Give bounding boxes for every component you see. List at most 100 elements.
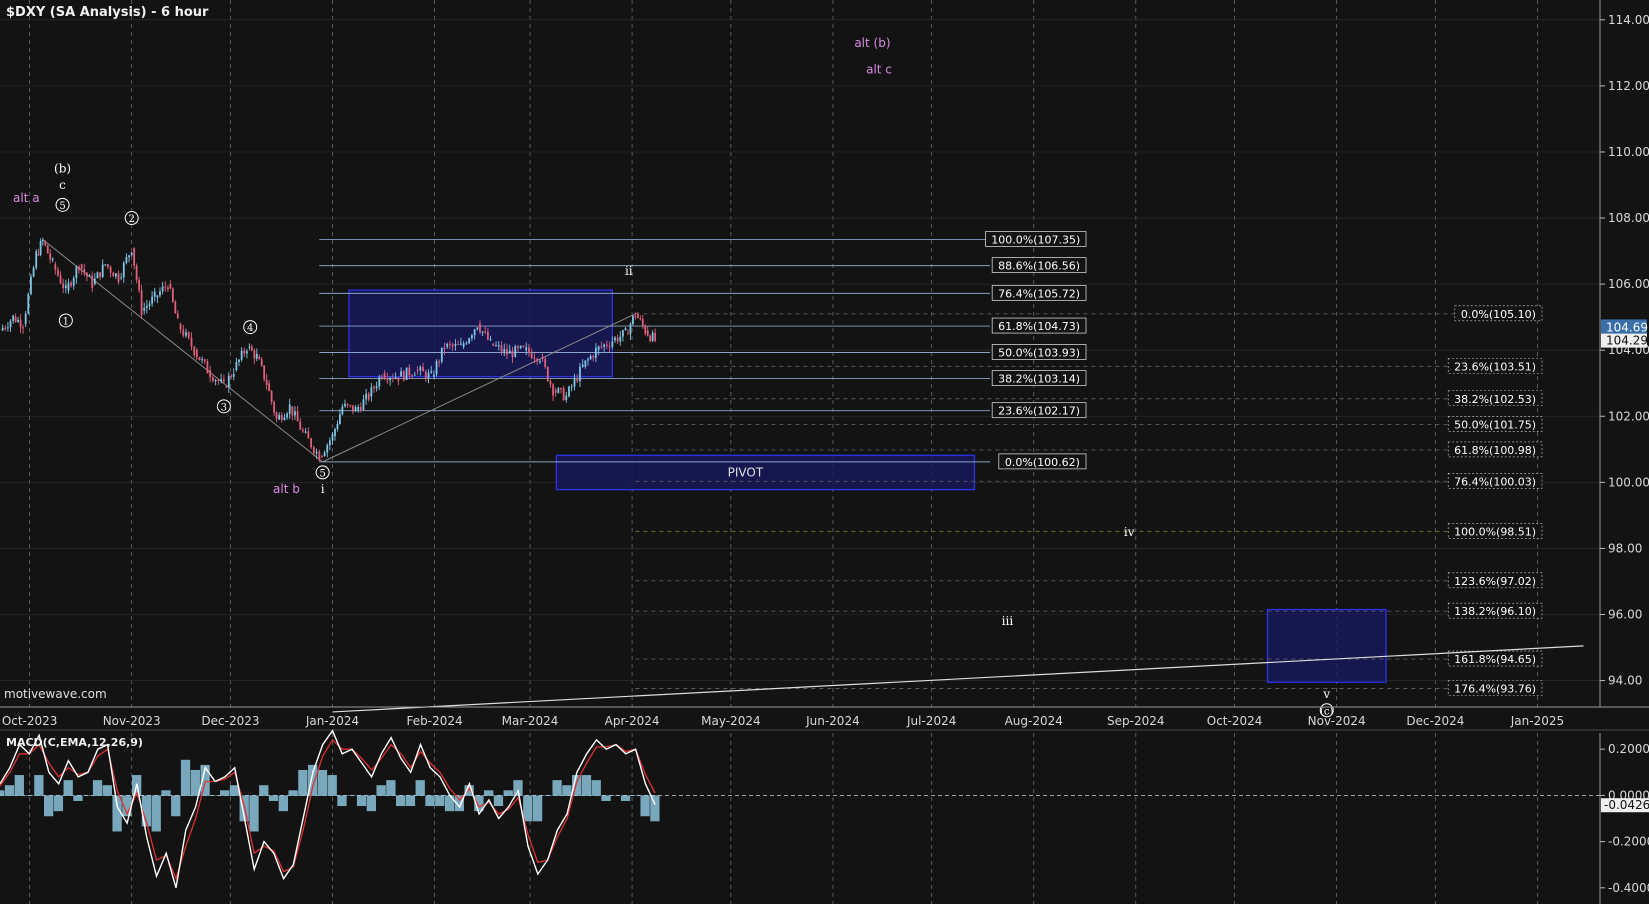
candle-body (125, 257, 128, 263)
candle-body (557, 388, 560, 393)
candle-body (101, 264, 104, 278)
candle-body (145, 305, 148, 308)
candle-body (135, 265, 138, 280)
candle-body (1, 327, 4, 331)
candle-body (373, 387, 375, 389)
candle-body (326, 445, 329, 453)
x-tick-label: Jul-2024 (906, 714, 956, 728)
macd-histogram-bar (591, 780, 601, 796)
candle-body (265, 379, 268, 386)
x-tick-label: Mar-2024 (502, 714, 559, 728)
close-price-tag: 104.29 (1606, 334, 1648, 348)
macd-histogram-bar (601, 795, 611, 801)
candle-body (195, 350, 198, 358)
macd-histogram-bar (640, 795, 650, 817)
candle-body (654, 332, 657, 341)
fib-right-label: 38.2%(102.53) (1454, 393, 1536, 406)
candle-body (565, 395, 568, 401)
candle-body (503, 348, 506, 352)
candle-body (37, 254, 40, 256)
candle-body (438, 361, 441, 363)
candle-body (214, 380, 217, 382)
macd-histogram-bar (620, 795, 631, 801)
macd-histogram-bar (83, 795, 93, 796)
candle-body (120, 277, 123, 279)
last-price-tag: 104.69 (1606, 320, 1648, 334)
candle-body (291, 406, 294, 416)
candle-body (380, 376, 383, 379)
candle-body (243, 350, 246, 354)
candle-body (568, 386, 570, 397)
candle-body (62, 283, 65, 289)
candle-body (112, 272, 115, 277)
candle-body (179, 323, 182, 330)
candle-body (533, 358, 536, 360)
y-tick-label: 108.00 (1608, 211, 1649, 225)
candle-body (528, 347, 530, 353)
y-tick-label: 106.00 (1608, 277, 1649, 291)
candle-body (41, 239, 44, 242)
macd-histogram-bar (171, 795, 181, 817)
x-tick-label: Jun-2024 (805, 714, 860, 728)
candle-body (449, 343, 451, 345)
y-tick-label: 98.00 (1608, 541, 1642, 555)
candle-body (511, 350, 514, 358)
candle-body (394, 377, 397, 379)
alt-wave-label: alt b (273, 482, 300, 496)
candle-body (117, 273, 120, 283)
candle-body (597, 346, 600, 351)
candle-body (275, 412, 278, 419)
fib-left-label: 100.0%(107.35) (991, 234, 1080, 247)
fib-right-label: 176.4%(93.76) (1454, 682, 1536, 695)
macd-histogram-bar (552, 780, 562, 796)
candle-body (133, 247, 136, 266)
candle-body (30, 276, 32, 295)
macd-histogram-bar (366, 795, 376, 812)
candle-body (49, 253, 52, 260)
candle-body (304, 431, 307, 433)
macd-histogram-bar (435, 795, 445, 807)
candle-body (624, 328, 627, 331)
candle-body (541, 356, 544, 359)
macd-histogram-bar (444, 795, 455, 812)
candle-body (517, 346, 519, 348)
fib-right-label: 50.0%(101.75) (1454, 419, 1536, 432)
candle-body (54, 264, 57, 270)
x-tick-label: Sep-2024 (1107, 714, 1165, 728)
candle-body (413, 374, 416, 376)
candle-body (153, 291, 156, 297)
candle-body (203, 359, 206, 362)
macd-histogram-bar (92, 780, 103, 796)
x-tick-label: Nov-2023 (103, 714, 161, 728)
candle-body (161, 286, 164, 292)
candle-body (72, 278, 75, 286)
candle-body (357, 407, 360, 410)
candle-body (608, 345, 611, 347)
macd-histogram-bar (347, 795, 357, 796)
candle-body (592, 355, 595, 358)
candle-body (584, 360, 587, 367)
candle-body (375, 386, 378, 389)
candle-body (489, 338, 492, 340)
candle-body (122, 262, 125, 278)
macd-histogram-bar (34, 775, 44, 796)
candle-body (44, 241, 47, 246)
candle-body (352, 405, 354, 412)
candle-body (59, 275, 62, 284)
candle-body (78, 266, 80, 270)
candle-body (549, 380, 552, 385)
candle-body (451, 344, 454, 347)
candle-body (405, 367, 408, 380)
x-tick-label: Dec-2024 (1406, 714, 1464, 728)
chart-title: $DXY (SA Analysis) - 6 hour (6, 5, 209, 20)
candle-body (75, 266, 78, 279)
candle-body (522, 345, 525, 347)
macd-y-tick-label: 0.2000 (1608, 742, 1649, 756)
candle-body (576, 378, 579, 382)
candle-body (24, 313, 27, 324)
candle-body (250, 346, 253, 351)
candle-body (570, 386, 573, 388)
candle-body (411, 375, 413, 377)
candle-body (484, 331, 487, 333)
fib-left-label: 23.6%(102.17) (998, 405, 1080, 418)
